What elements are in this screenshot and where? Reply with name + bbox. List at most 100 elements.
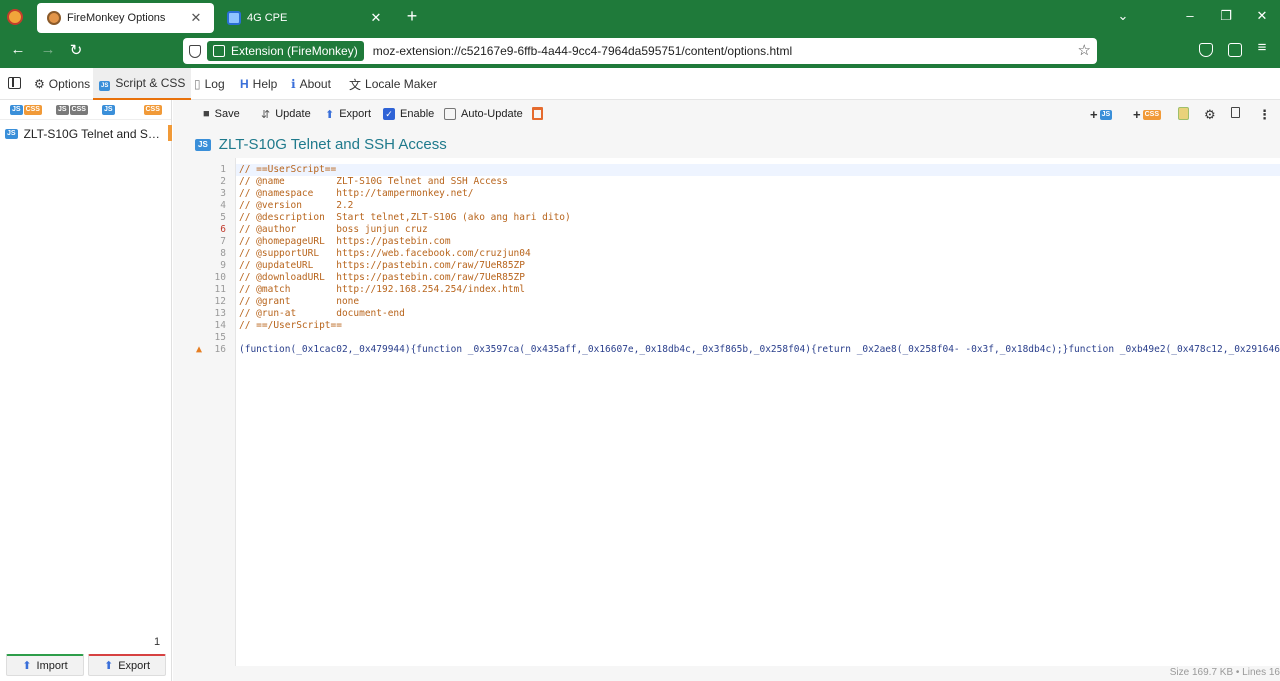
code-line: // @run-at document-end <box>239 308 405 319</box>
nav-label: About <box>299 77 331 91</box>
tab-4g-cpe[interactable]: 4G CPE ✕ <box>217 3 394 33</box>
back-arrow-icon[interactable]: ← <box>8 41 28 58</box>
monkey-icon <box>47 11 61 25</box>
extensions-icon[interactable] <box>1228 43 1242 57</box>
close-icon[interactable]: ✕ <box>368 10 384 26</box>
nav-about[interactable]: ℹ About <box>287 68 335 100</box>
checkbox-checked-icon: ✓ <box>383 108 395 120</box>
export-icon: ⬆ <box>103 660 114 672</box>
info-icon: ℹ <box>291 77 296 91</box>
line-number: 6 <box>220 224 226 235</box>
code-line: (function(_0x1cac02,_0x479944){function … <box>239 344 1280 355</box>
js-icon: JS <box>99 80 111 91</box>
line-number: 10 <box>214 272 226 283</box>
line-number: 16 <box>214 344 226 355</box>
filter-gray-js-css[interactable]: JS CSS <box>55 104 89 115</box>
plus-icon: + <box>1133 107 1141 122</box>
js-badge: JS <box>101 104 115 115</box>
export-button[interactable]: ⬆ Export <box>325 106 371 122</box>
code-editor[interactable]: 1 2 3 4 5 6 7 8 9 10 11 12 13 14 15 ▲ 16… <box>196 158 1280 666</box>
enable-checkbox[interactable]: ✓ Enable <box>383 106 434 122</box>
nav-script-css[interactable]: JS Script & CSS <box>93 68 192 100</box>
shield-icon[interactable] <box>189 44 201 58</box>
translate-icon: 文 <box>349 77 362 92</box>
reload-icon[interactable]: ↻ <box>66 41 86 59</box>
tab-title: 4G CPE <box>247 12 288 24</box>
nav-options[interactable]: ⚙ Options <box>30 68 94 100</box>
code-line: // ==/UserScript== <box>239 320 342 331</box>
line-number: 5 <box>220 212 226 223</box>
script-title-text: ZLT-S10G Telnet and SSH Access <box>218 136 447 153</box>
app-menu-icon[interactable]: ≡ <box>1252 39 1272 56</box>
enabled-marker <box>168 125 172 141</box>
nav-locale-maker[interactable]: 文 Locale Maker <box>345 68 441 100</box>
nav-label: Locale Maker <box>365 77 438 91</box>
filter-css[interactable]: CSS <box>143 104 163 115</box>
line-number: 1 <box>220 164 226 175</box>
nav-label: Help <box>252 77 278 91</box>
pocket-icon[interactable] <box>1199 43 1213 57</box>
new-tab-button[interactable]: + <box>402 6 422 27</box>
line-number: 9 <box>220 260 226 271</box>
update-label: Update <box>275 108 311 120</box>
bookmark-star-icon[interactable]: ☆ <box>1078 41 1091 59</box>
close-window-icon[interactable]: ✕ <box>1252 8 1272 24</box>
save-button[interactable]: ■ Save <box>203 106 240 122</box>
nav-help[interactable]: H Help <box>236 68 281 100</box>
url-text[interactable]: moz-extension://c52167e9-6ffb-4a44-9cc4-… <box>373 44 792 58</box>
js-badge: JS <box>5 129 18 139</box>
router-icon <box>227 11 241 25</box>
code-line: // @supportURL https://web.facebook.com/… <box>239 248 531 259</box>
line-number: 8 <box>220 248 226 259</box>
line-number: 2 <box>220 176 226 187</box>
import-button[interactable]: ⬆ Import <box>6 654 84 676</box>
more-options-icon[interactable]: ⋮ <box>1258 107 1271 123</box>
nav-log[interactable]: ▯ Log <box>190 68 229 100</box>
auto-update-checkbox[interactable]: Auto-Update <box>444 106 523 122</box>
new-css-button[interactable]: + CSS <box>1133 107 1162 122</box>
script-list-item[interactable]: JS ZLT-S10G Telnet and SSH Access <box>0 125 172 143</box>
nav-label: Options <box>48 77 91 91</box>
update-button[interactable]: ⇵ Update <box>261 106 311 122</box>
close-icon[interactable]: ✕ <box>188 10 204 26</box>
code-line: // @homepageURL https://pastebin.com <box>239 236 451 247</box>
restore-icon[interactable]: ❐ <box>1216 8 1236 24</box>
minimize-icon[interactable]: – <box>1180 8 1200 23</box>
beautify-icon[interactable] <box>1178 107 1189 120</box>
tab-list-chevron-icon[interactable]: ⌄ <box>1113 8 1133 24</box>
extension-identity-pill[interactable]: Extension (FireMonkey) <box>207 41 364 61</box>
line-number: 13 <box>214 308 226 319</box>
trash-icon[interactable] <box>532 107 543 120</box>
line-gutter: 1 2 3 4 5 6 7 8 9 10 11 12 13 14 15 ▲ 16 <box>174 158 236 666</box>
tab-title: FireMonkey Options <box>67 12 166 24</box>
script-title: JS ZLT-S10G Telnet and SSH Access <box>195 136 447 153</box>
identity-label: Extension (FireMonkey) <box>231 44 358 58</box>
firefox-menu-icon[interactable] <box>7 9 23 25</box>
css-badge: CSS <box>23 104 42 115</box>
code-line: // @updateURL https://pastebin.com/raw/7… <box>239 260 525 271</box>
js-badge: JS <box>10 104 23 115</box>
sidebar-toggle-icon[interactable] <box>8 77 21 89</box>
filter-js-css[interactable]: JS CSS <box>10 104 43 115</box>
checkbox-unchecked-icon <box>444 108 456 120</box>
editor-toolbar: ■ Save ⇵ Update ⬆ Export ✓ Enable Auto-U… <box>173 100 1280 128</box>
help-icon: H <box>240 77 249 91</box>
line-number: 3 <box>220 188 226 199</box>
update-icon: ⇵ <box>261 108 271 121</box>
copy-icon[interactable] <box>1231 107 1240 118</box>
settings-gear-icon[interactable]: ⚙ <box>1204 107 1216 123</box>
auto-update-label: Auto-Update <box>461 108 523 120</box>
filter-js[interactable]: JS <box>101 104 116 115</box>
script-name: ZLT-S10G Telnet and SSH Access <box>23 127 167 141</box>
new-js-button[interactable]: + JS <box>1090 107 1113 122</box>
script-count: 1 <box>154 636 161 648</box>
line-number: 15 <box>214 332 226 343</box>
browser-navbar: ← → ↻ Extension (FireMonkey) moz-extensi… <box>0 34 1280 68</box>
options-page: ⚙ Options JS Script & CSS ▯ Log H Help ℹ… <box>0 68 1280 681</box>
tab-firemonkey-options[interactable]: FireMonkey Options ✕ <box>37 3 214 33</box>
url-bar[interactable]: Extension (FireMonkey) moz-extension://c… <box>183 38 1097 64</box>
forward-arrow-icon[interactable]: → <box>38 41 58 58</box>
export-all-button[interactable]: ⬆ Export <box>88 654 166 676</box>
type-filters: JS CSS JS CSS JS CSS <box>0 100 171 120</box>
